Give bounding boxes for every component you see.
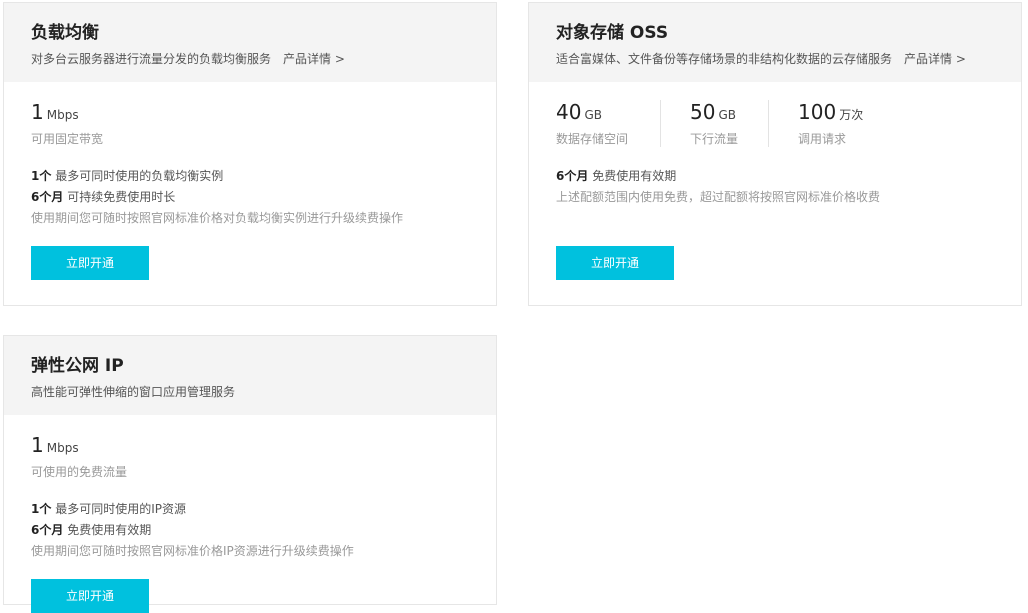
product-detail-link[interactable]: 产品详情 >: [283, 52, 345, 66]
feature-bold: 6个月: [31, 190, 64, 204]
feature-note: 上述配额范围内使用免费，超过配额将按照官网标准价格收费: [556, 190, 881, 204]
metric-value: 100: [798, 100, 837, 124]
metric-unit: GB: [584, 108, 602, 122]
feature-bold: 6个月: [31, 523, 64, 537]
product-detail-link[interactable]: 产品详情 >: [904, 52, 966, 66]
card-description: 适合富媒体、文件备份等存储场景的非结构化数据的云存储服务 产品详情 >: [556, 51, 1021, 67]
metric-storage: 40 GB 数据存储空间: [556, 100, 660, 147]
metric-traffic: 1 Mbps 可使用的免费流量: [31, 433, 496, 480]
metric-label: 下行流量: [690, 132, 739, 146]
feature-line: 1个 最多可同时使用的负载均衡实例: [31, 166, 496, 187]
card-oss: 对象存储 OSS 适合富媒体、文件备份等存储场景的非结构化数据的云存储服务 产品详…: [528, 2, 1022, 306]
feature-bold: 6个月: [556, 169, 589, 183]
metric-value: 1: [31, 100, 44, 124]
metric-value: 50: [690, 100, 716, 124]
metric-unit: Mbps: [46, 441, 79, 455]
metric-label: 调用请求: [798, 132, 847, 146]
metric-value: 1: [31, 433, 44, 457]
card-header: 对象存储 OSS 适合富媒体、文件备份等存储场景的非结构化数据的云存储服务 产品详…: [529, 3, 1021, 82]
card-body: 40 GB 数据存储空间 50 GB 下行流量 100 万次 调用请求 6个月 免费使…: [529, 82, 1021, 280]
feature-text: 免费使用有效期: [67, 523, 152, 537]
card-title: 负载均衡: [31, 23, 99, 43]
card-elastic-ip: 弹性公网 IP 高性能可弹性伸缩的窗口应用管理服务 1 Mbps 可使用的免费流量…: [3, 335, 497, 613]
card-desc-text: 高性能可弹性伸缩的窗口应用管理服务: [31, 385, 236, 399]
metric-label: 可用固定带宽: [31, 132, 104, 146]
card-description: 对多台云服务器进行流量分发的负载均衡服务 产品详情 >: [31, 51, 496, 67]
metric-unit: 万次: [839, 108, 864, 122]
card-description: 高性能可弹性伸缩的窗口应用管理服务: [31, 384, 496, 400]
feature-line: 6个月 免费使用有效期: [556, 166, 1021, 187]
feature-text: 免费使用有效期: [592, 169, 677, 183]
card-desc-text: 适合富媒体、文件备份等存储场景的非结构化数据的云存储服务: [556, 52, 893, 66]
metric-label: 数据存储空间: [556, 132, 629, 146]
metric-unit: Mbps: [46, 108, 79, 122]
feature-line: 6个月 免费使用有效期: [31, 520, 496, 541]
card-header: 负载均衡 对多台云服务器进行流量分发的负载均衡服务 产品详情 >: [4, 3, 496, 82]
feature-note: 使用期间您可随时按照官网标准价格IP资源进行升级续费操作: [31, 544, 354, 558]
metric-label: 可使用的免费流量: [31, 465, 128, 479]
card-load-balancer: 负载均衡 对多台云服务器进行流量分发的负载均衡服务 产品详情 > 1 Mbps 可用…: [3, 2, 497, 306]
card-desc-text: 对多台云服务器进行流量分发的负载均衡服务: [31, 52, 272, 66]
metric-value: 40: [556, 100, 582, 124]
activate-button[interactable]: 立即开通: [31, 246, 149, 280]
card-title: 对象存储 OSS: [556, 23, 669, 43]
feature-list: 6个月 免费使用有效期 上述配额范围内使用免费，超过配额将按照官网标准价格收费: [556, 166, 1021, 208]
card-header: 弹性公网 IP 高性能可弹性伸缩的窗口应用管理服务: [4, 336, 496, 415]
feature-list: 1个 最多可同时使用的负载均衡实例 6个月 可持续免费使用时长 使用期间您可随时…: [31, 166, 496, 229]
feature-list: 1个 最多可同时使用的IP资源 6个月 免费使用有效期 使用期间您可随时按照官网…: [31, 499, 496, 562]
card-body: 1 Mbps 可用固定带宽 1个 最多可同时使用的负载均衡实例 6个月 可持续免费…: [4, 82, 496, 280]
feature-line: 1个 最多可同时使用的IP资源: [31, 499, 496, 520]
card-title: 弹性公网 IP: [31, 356, 124, 376]
feature-bold: 1个: [31, 502, 52, 516]
feature-text: 最多可同时使用的IP资源: [55, 502, 186, 516]
feature-note: 使用期间您可随时按照官网标准价格对负载均衡实例进行升级续费操作: [31, 211, 404, 225]
metric-unit: GB: [718, 108, 736, 122]
feature-text: 可持续免费使用时长: [67, 190, 176, 204]
metric-bandwidth: 1 Mbps 可用固定带宽: [31, 100, 496, 147]
activate-button[interactable]: 立即开通: [31, 579, 149, 613]
card-body: 1 Mbps 可使用的免费流量 1个 最多可同时使用的IP资源 6个月 免费使用有…: [4, 415, 496, 613]
metric-requests: 100 万次 调用请求: [768, 100, 888, 147]
feature-text: 最多可同时使用的负载均衡实例: [55, 169, 224, 183]
feature-line: 6个月 可持续免费使用时长: [31, 187, 496, 208]
activate-button[interactable]: 立即开通: [556, 246, 674, 280]
metrics-row: 40 GB 数据存储空间 50 GB 下行流量 100 万次 调用请求: [556, 100, 1021, 147]
feature-bold: 1个: [31, 169, 52, 183]
metric-traffic: 50 GB 下行流量: [660, 100, 768, 147]
